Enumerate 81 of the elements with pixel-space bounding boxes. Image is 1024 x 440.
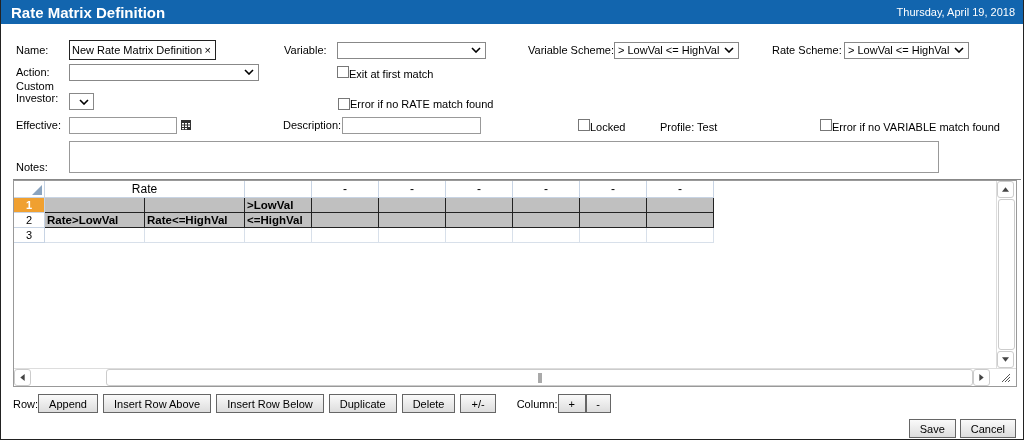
- table-cell: [379, 228, 446, 243]
- table-cell: [580, 198, 647, 213]
- table-cell: [379, 213, 446, 228]
- field-label: Variable Scheme:: [528, 44, 614, 56]
- action-select[interactable]: [69, 63, 259, 81]
- toolbar-button[interactable]: +/-: [460, 394, 496, 413]
- profile-label: Profile: Test: [660, 121, 719, 133]
- table-cell: [446, 198, 513, 213]
- checkbox[interactable]: [578, 119, 590, 131]
- field-label: Action:: [16, 66, 51, 78]
- field-label: Rate Scheme:: [772, 44, 843, 56]
- checkbox-label: Locked: [590, 121, 627, 133]
- vertical-scrollbar[interactable]: [996, 181, 1016, 368]
- table-cell: Rate<=HighVal: [145, 213, 245, 228]
- scroll-left-icon[interactable]: [14, 369, 31, 386]
- toolbar-button[interactable]: Insert Row Above: [103, 394, 212, 413]
- checkbox-label: Error if no RATE match found: [350, 98, 494, 110]
- date-label: Thursday, April 19, 2018: [896, 6, 1015, 18]
- table-cell: [379, 198, 446, 213]
- table-cell: [647, 213, 714, 228]
- field-label: Notes:: [16, 161, 49, 173]
- checkbox[interactable]: [338, 98, 350, 110]
- checkbox[interactable]: [337, 66, 349, 78]
- checkbox-label: Exit at first match: [349, 68, 434, 80]
- table-cell: [513, 198, 580, 213]
- chevron-icon: [954, 47, 964, 53]
- action-button[interactable]: Save: [908, 419, 956, 438]
- calendar-icon[interactable]: [181, 120, 191, 130]
- investor-select[interactable]: [69, 93, 94, 110]
- table-cell: [647, 228, 714, 243]
- field-label: Custom Investor:: [16, 80, 60, 104]
- toolbar-button[interactable]: Delete: [401, 394, 456, 413]
- table-cell: [312, 228, 379, 243]
- table-cell: [513, 213, 580, 228]
- chevron-icon: [724, 47, 734, 53]
- scroll-up-icon[interactable]: [997, 181, 1014, 198]
- scroll-right-icon[interactable]: [973, 369, 990, 386]
- field-label: Effective:: [16, 119, 63, 131]
- table-cell: [580, 228, 647, 243]
- table-cell: [580, 213, 647, 228]
- field-label: Name:: [16, 44, 50, 56]
- chevron-icon: [244, 69, 254, 75]
- toolbar-label: Row:: [13, 397, 39, 410]
- field-label: Variable:: [284, 44, 328, 56]
- scroll-down-icon[interactable]: [997, 351, 1014, 368]
- table-cell: [446, 213, 513, 228]
- horizontal-scrollbar[interactable]: [14, 368, 1016, 386]
- toolbar-button[interactable]: +: [557, 394, 586, 413]
- table-cell: >LowVal: [245, 198, 312, 213]
- table-cell: <=HighVal: [245, 213, 312, 228]
- table-cell: [647, 198, 714, 213]
- table-cell: Rate>LowVal: [45, 213, 145, 228]
- corner-icon: [32, 185, 42, 195]
- scroll-thumb[interactable]: [106, 369, 973, 386]
- notes-field[interactable]: [69, 141, 939, 173]
- toolbar-button[interactable]: -: [585, 394, 611, 413]
- action-button[interactable]: Cancel: [959, 419, 1016, 438]
- scheme-select[interactable]: > LowVal <= HighVal: [614, 41, 739, 59]
- toolbar-button[interactable]: Append: [38, 394, 98, 413]
- table-cell: [312, 213, 379, 228]
- chevron-icon: [471, 47, 481, 53]
- checkbox-label: Error if no VARIABLE match found: [832, 121, 1000, 133]
- description-field[interactable]: [342, 116, 481, 134]
- toolbar-label: Column:: [516, 397, 558, 410]
- table-cell: [513, 228, 580, 243]
- checkbox[interactable]: [820, 119, 832, 131]
- table-cell: [446, 228, 513, 243]
- field-label: Description:: [283, 119, 342, 131]
- table-cell: [245, 228, 312, 243]
- variable-select[interactable]: [337, 41, 486, 59]
- row-header[interactable]: 3: [14, 228, 45, 243]
- clear-icon[interactable]: ×: [204, 44, 211, 56]
- chevron-icon: [79, 98, 89, 105]
- name-field[interactable]: New Rate Matrix Definition ×: [69, 40, 216, 60]
- resize-grip-icon[interactable]: [1002, 373, 1010, 382]
- toolbar-button[interactable]: Duplicate: [328, 394, 397, 413]
- table-cell: [312, 198, 379, 213]
- toolbar-button[interactable]: Insert Row Below: [216, 394, 324, 413]
- date-field[interactable]: [69, 116, 177, 134]
- scheme-select[interactable]: > LowVal <= HighVal: [844, 41, 969, 59]
- window-title: Rate Matrix Definition: [11, 3, 166, 21]
